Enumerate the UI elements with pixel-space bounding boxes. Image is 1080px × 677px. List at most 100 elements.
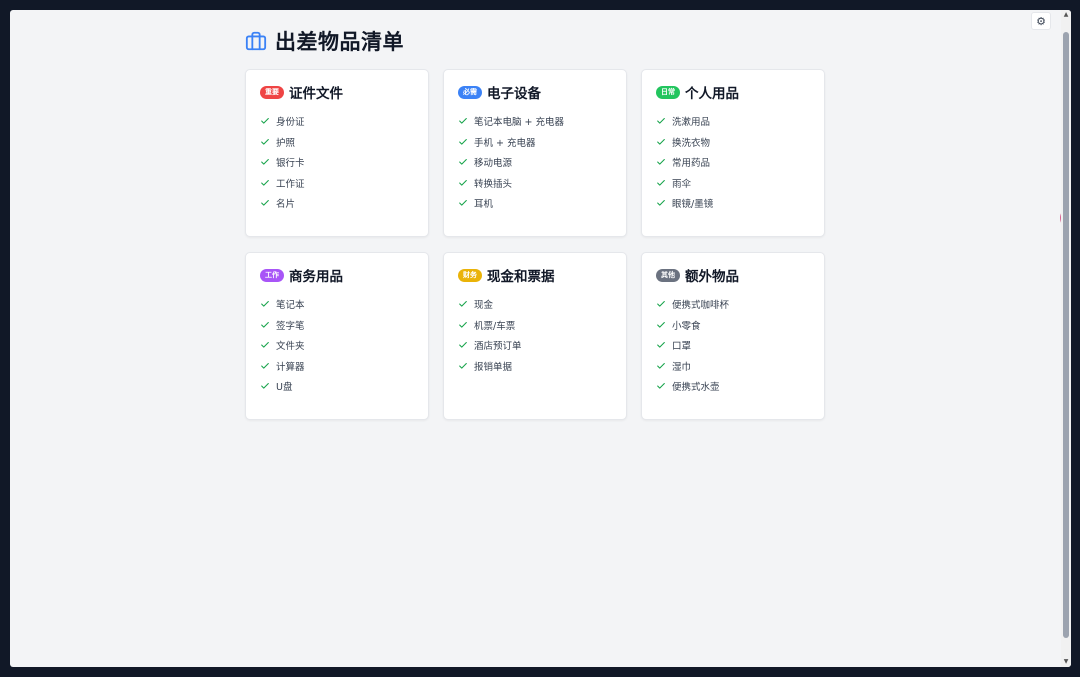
item-label: 常用药品 (672, 158, 711, 170)
briefcase-icon (245, 31, 267, 51)
check-icon (261, 321, 269, 328)
settings-button[interactable]: ⚙ (1031, 12, 1051, 30)
check-icon (657, 301, 665, 307)
check-icon (459, 362, 467, 369)
item-list: 便携式咖啡杯小零食口罩湿巾 便携式水壶 (656, 294, 810, 397)
item-list: 身份证护照银行卡工作证名片 (260, 111, 414, 214)
card-header: 必需 电子设备 (458, 82, 612, 102)
category-title: 额外物品 (685, 269, 739, 285)
item-label: 计算器 (276, 361, 305, 373)
item-label: 银行卡 (276, 158, 305, 170)
category-card: 其他 额外物品 便携式咖啡杯 小零食 口罩 湿巾 便携式水壶 (641, 252, 825, 420)
list-item[interactable]: 换洗衣物 (656, 132, 810, 153)
page-content: 出差物品清单 重要 证件文件 身份证 护照 银行卡 工作证 名片 必需 电子设备 笔记本电脑 + … (10, 10, 1061, 667)
list-item[interactable]: 小零食 (656, 315, 810, 336)
category-title: 现金和票据 (487, 269, 555, 285)
list-item[interactable]: 银行卡 (260, 152, 414, 173)
check-icon (261, 118, 269, 124)
list-item[interactable]: 报销单据 (458, 356, 612, 377)
item-label: 手机 + 充电器 (474, 137, 536, 149)
item-list: 现金机票/车票酒店预订单报销单据 (458, 294, 612, 376)
item-label: 口罩 (672, 341, 692, 353)
category-card: 财务 现金和票据现金机票/车票酒店预订单报销单据 (443, 252, 627, 420)
item-label: 身份证 (276, 117, 305, 129)
item-label: 洗漱用品 (672, 117, 711, 129)
item-label: 文件夹 (276, 341, 305, 353)
list-item[interactable]: 洗漱用品 (656, 111, 810, 132)
item-label: 小零食 (672, 320, 701, 332)
check-icon (657, 159, 665, 165)
item-label: 工作证 (276, 178, 305, 190)
check-icon (261, 383, 269, 389)
scrollbar[interactable]: ▲ ▼ (1061, 10, 1071, 667)
category-grid: 重要 证件文件 身份证 护照 银行卡 工作证 名片 必需 电子设备 笔记本电脑 + 充电器 手机 +… (245, 69, 825, 420)
list-item[interactable]: 湿巾 (656, 356, 810, 377)
list-item[interactable]: 酒店预订单 (458, 335, 612, 356)
check-icon (657, 342, 665, 348)
list-item[interactable]: 移动电源 (458, 152, 612, 173)
list-item[interactable]: 转换插头 (458, 173, 612, 194)
list-item[interactable]: 耳机 (458, 193, 612, 214)
category-badge: 重要 (260, 85, 284, 99)
check-icon (657, 200, 665, 206)
item-label: 名片 (276, 199, 296, 211)
list-item[interactable]: 计算器 (260, 356, 414, 377)
list-item[interactable]: 身份证 (260, 111, 414, 132)
category-title: 证件文件 (289, 86, 343, 102)
check-icon (261, 342, 269, 348)
check-icon (657, 118, 665, 124)
item-label: 现金 (474, 300, 494, 312)
list-item[interactable]: U盘 (260, 376, 414, 397)
list-item[interactable]: 笔记本电脑 + 充电器 (458, 111, 612, 132)
list-item[interactable]: 口罩 (656, 335, 810, 356)
category-badge: 必需 (458, 85, 482, 99)
item-list: 洗漱用品换洗衣物常用药品雨伞眼镜/墨镜 (656, 111, 810, 214)
list-item[interactable]: 护照 (260, 132, 414, 153)
gear-icon: ⚙ (1036, 14, 1046, 28)
item-label: 酒店预订单 (474, 341, 522, 353)
list-item[interactable]: 工作证 (260, 173, 414, 194)
check-icon (657, 179, 665, 186)
check-icon (459, 138, 467, 145)
card-header: 财务 现金和票据 (458, 265, 612, 285)
check-icon (657, 362, 665, 369)
card-header: 重要 证件文件 (260, 82, 414, 102)
list-item[interactable]: 现金 (458, 294, 612, 315)
check-icon (459, 321, 467, 328)
item-label: 笔记本电脑 + 充电器 (474, 117, 564, 129)
check-icon (261, 159, 269, 165)
item-label: 雨伞 (672, 178, 692, 190)
check-icon (459, 159, 467, 165)
card-header: 其他 额外物品 (656, 265, 810, 285)
list-item[interactable]: 机票/车票 (458, 315, 612, 336)
check-icon (459, 179, 467, 186)
item-label: 机票/车票 (474, 320, 516, 332)
item-label: 护照 (276, 137, 296, 149)
category-card: 必需 电子设备笔记本电脑 + 充电器 手机 + 充电器移动电源 转换插头 耳机 (443, 69, 627, 237)
list-item[interactable]: 签字笔 (260, 315, 414, 336)
card-header: 工作 商务用品 (260, 265, 414, 285)
list-item[interactable]: 便携式咖啡杯 (656, 294, 810, 315)
scroll-down-arrow-icon[interactable]: ▼ (1061, 657, 1071, 667)
category-title: 个人用品 (685, 86, 739, 102)
check-icon (261, 301, 269, 307)
page-header: 出差物品清单 (245, 26, 404, 56)
check-icon (261, 200, 269, 206)
list-item[interactable]: 手机 + 充电器 (458, 132, 612, 153)
list-item[interactable]: 笔记本 (260, 294, 414, 315)
category-title: 电子设备 (487, 86, 541, 102)
list-item[interactable]: 便携式水壶 (656, 376, 810, 397)
category-badge: 其他 (656, 268, 680, 282)
scroll-thumb[interactable] (1063, 32, 1069, 638)
page-title: 出差物品清单 (275, 30, 404, 54)
check-icon (261, 362, 269, 369)
list-item[interactable]: 雨伞 (656, 173, 810, 194)
scroll-up-arrow-icon[interactable]: ▲ (1061, 10, 1071, 20)
list-item[interactable]: 常用药品 (656, 152, 810, 173)
check-icon (459, 118, 467, 124)
list-item[interactable]: 眼镜/墨镜 (656, 193, 810, 214)
list-item[interactable]: 名片 (260, 193, 414, 214)
check-icon (459, 301, 467, 307)
item-list: 笔记本 签字笔文件夹计算器 U盘 (260, 294, 414, 397)
list-item[interactable]: 文件夹 (260, 335, 414, 356)
